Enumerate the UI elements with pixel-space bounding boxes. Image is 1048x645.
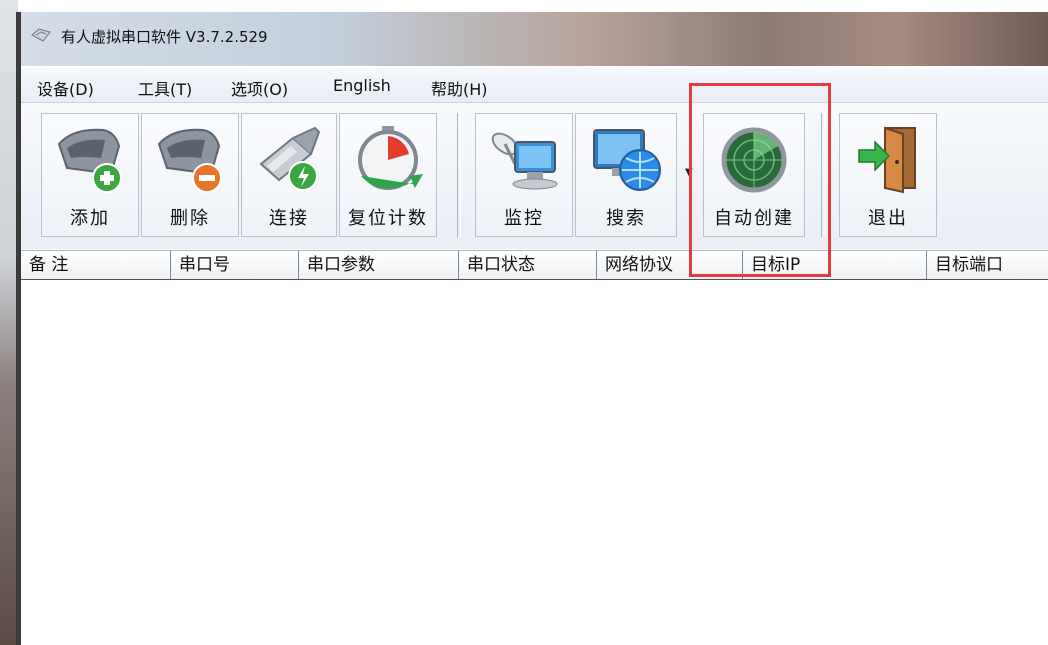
- delete-label: 删除: [170, 208, 210, 229]
- column-header-port[interactable]: 串口号: [171, 251, 299, 279]
- stopwatch-reset-icon: [358, 126, 423, 190]
- column-header-target-port[interactable]: 目标端口: [927, 251, 1048, 279]
- toolbar-separator: [821, 113, 825, 237]
- auto-create-label: 自动创建: [714, 208, 794, 229]
- menu-bar: 设备(D) 工具(T) 选项(O) English 帮助(H): [21, 68, 1048, 103]
- column-header-protocol[interactable]: 网络协议: [597, 251, 743, 279]
- app-icon: [31, 28, 51, 42]
- serial-port-add-icon: [57, 128, 122, 193]
- search-label: 搜索: [606, 208, 646, 229]
- exit-door-icon: [858, 126, 916, 194]
- search-dropdown-arrow-icon[interactable]: ▼: [685, 167, 693, 178]
- port-list[interactable]: [21, 280, 1048, 645]
- connect-label: 连接: [269, 208, 309, 229]
- search-button[interactable]: 搜索: [575, 113, 677, 237]
- window-title: 有人虚拟串口软件 V3.7.2.529: [61, 28, 268, 46]
- radar-icon: [721, 127, 787, 193]
- menu-tools[interactable]: 工具(T): [134, 74, 196, 102]
- menu-help[interactable]: 帮助(H): [427, 74, 492, 102]
- network-globe-search-icon: [593, 129, 661, 191]
- monitor-button[interactable]: 监控: [475, 113, 573, 237]
- title-bar: 有人虚拟串口软件 V3.7.2.529: [21, 12, 1048, 66]
- list-header: 备 注 串口号 串口参数 串口状态 网络协议 目标IP 目标端口: [21, 250, 1048, 281]
- column-header-target-ip[interactable]: 目标IP: [743, 251, 927, 279]
- column-header-port-params[interactable]: 串口参数: [299, 251, 459, 279]
- ethernet-plug-icon: [259, 126, 321, 191]
- monitor-label: 监控: [504, 208, 544, 229]
- app-window: 有人虚拟串口软件 V3.7.2.529 设备(D) 工具(T) 选项(O) En…: [16, 12, 1048, 645]
- menu-english[interactable]: English: [329, 74, 395, 97]
- delete-button[interactable]: 删除: [141, 113, 239, 237]
- column-header-remark[interactable]: 备 注: [21, 251, 171, 279]
- add-label: 添加: [70, 208, 110, 229]
- auto-create-button[interactable]: 自动创建: [703, 113, 805, 237]
- add-button[interactable]: 添加: [41, 113, 139, 237]
- exit-button[interactable]: 退出: [839, 113, 937, 237]
- exit-label: 退出: [868, 208, 908, 229]
- satellite-monitor-icon: [491, 132, 558, 190]
- toolbar: 添加 删除 连接 复位计数 监控 搜索 ▼ 自动创建 退出: [21, 103, 1048, 249]
- column-header-port-status[interactable]: 串口状态: [459, 251, 597, 279]
- reset-count-button[interactable]: 复位计数: [339, 113, 437, 237]
- toolbar-separator: [457, 113, 461, 237]
- serial-port-delete-icon: [157, 128, 222, 193]
- menu-device[interactable]: 设备(D): [33, 74, 98, 102]
- connect-button[interactable]: 连接: [241, 113, 337, 237]
- reset-count-label: 复位计数: [348, 208, 428, 229]
- menu-options[interactable]: 选项(O): [227, 74, 292, 102]
